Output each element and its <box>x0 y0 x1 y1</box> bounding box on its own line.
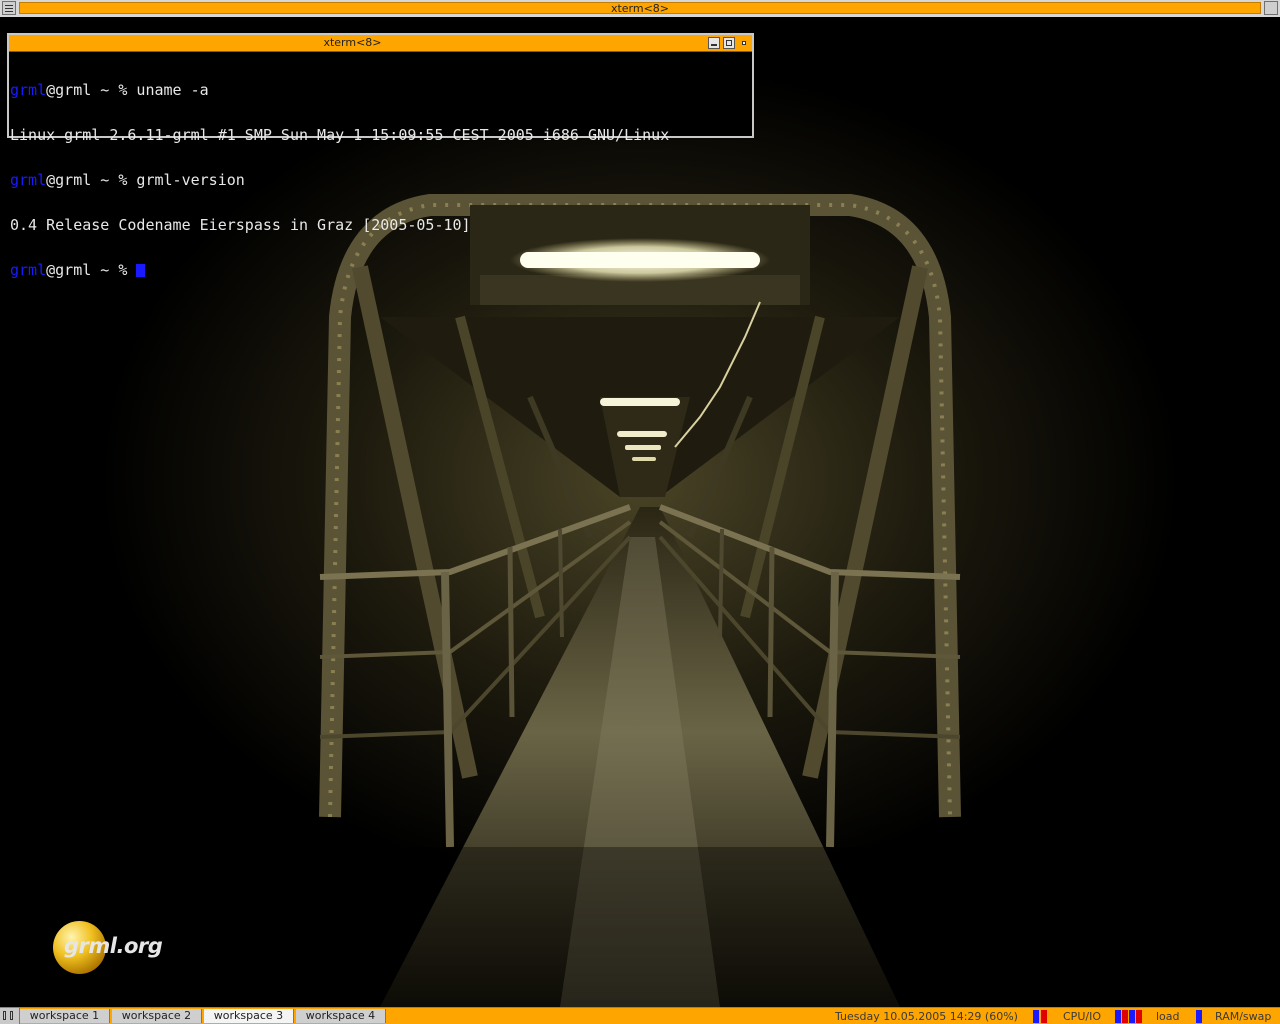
load-label: load <box>1156 1010 1180 1023</box>
cpu-io-label: CPU/IO <box>1063 1010 1101 1023</box>
top-window-title[interactable]: xterm<8> <box>19 2 1261 14</box>
maximize-icon[interactable] <box>723 37 735 49</box>
workspace-tab-1[interactable]: workspace 1 <box>20 1009 110 1023</box>
top-right-button[interactable] <box>1264 1 1278 15</box>
terminal-line: grml@grml ~ % <box>10 263 752 278</box>
bottom-status-bar: workspace 1 workspace 2 workspace 3 work… <box>0 1007 1280 1024</box>
terminal-line: 0.4 Release Codename Eierspass in Graz [… <box>10 216 471 234</box>
prompt-user: grml <box>10 81 47 99</box>
terminal-line: grml@grml ~ % grml-version <box>10 171 245 189</box>
close-icon[interactable] <box>738 37 750 49</box>
terminal-line: Linux grml 2.6.11-grml #1 SMP Sun May 1 … <box>10 126 670 144</box>
minimize-icon[interactable] <box>708 37 720 49</box>
top-title-bar: xterm<8> <box>0 0 1280 18</box>
terminal-line: grml@grml ~ % uname -a <box>10 81 209 99</box>
grml-logo-text: grml.org <box>64 934 163 958</box>
xterm-title-bar[interactable]: xterm<8> <box>9 35 752 52</box>
prompt-user: grml <box>10 261 47 279</box>
text-cursor <box>136 264 146 277</box>
terminal-output[interactable]: grml@grml ~ % uname -a Linux grml 2.6.11… <box>10 52 752 278</box>
workspace-tab-4[interactable]: workspace 4 <box>296 1009 386 1023</box>
workspace-tab-3[interactable]: workspace 3 <box>204 1009 294 1023</box>
ram-swap-label: RAM/swap <box>1215 1010 1272 1023</box>
xterm-title: xterm<8> <box>323 36 382 49</box>
datetime-status: Tuesday 10.05.2005 14:29 (60%) <box>835 1010 1018 1023</box>
prompt-user: grml <box>10 171 47 189</box>
workspace-tab-2[interactable]: workspace 2 <box>112 1009 202 1023</box>
layout-icon[interactable] <box>0 1008 20 1024</box>
xterm-window[interactable]: xterm<8> grml@grml ~ % uname -a Linux gr… <box>7 33 754 278</box>
grml-logo: grml.org <box>53 921 173 975</box>
window-menu-icon[interactable] <box>2 1 16 15</box>
